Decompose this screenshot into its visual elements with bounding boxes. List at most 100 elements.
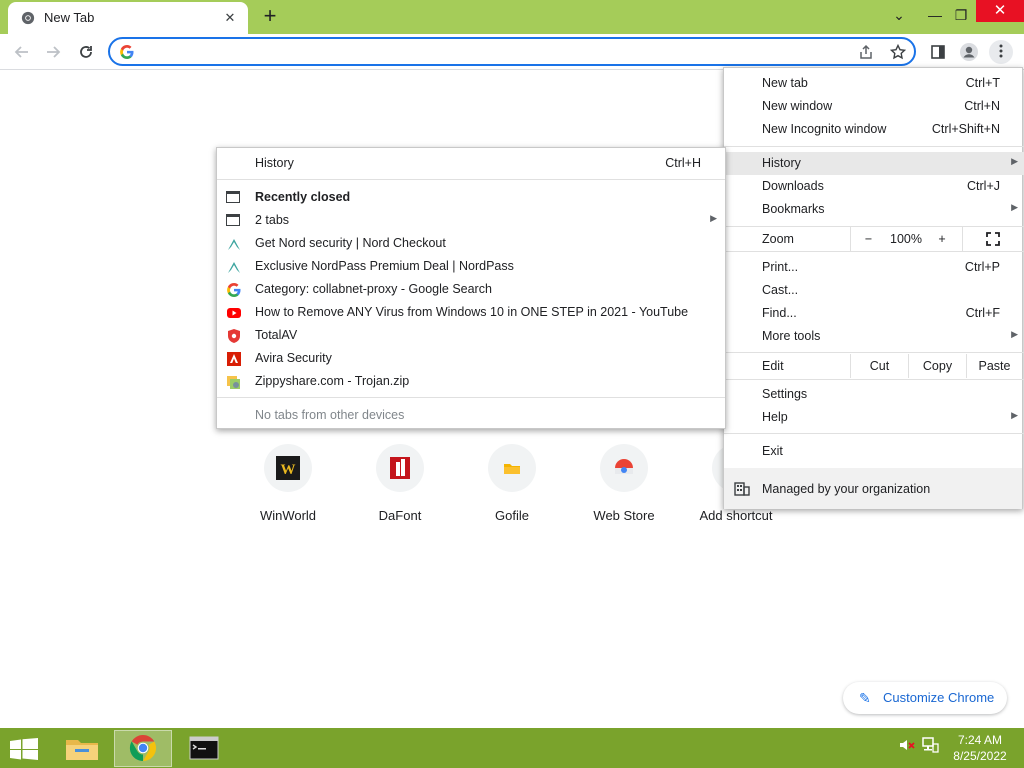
menu-item-settings[interactable]: Settings [724, 383, 1024, 406]
close-window-button[interactable]: ✕ [976, 0, 1024, 22]
nord-icon [228, 262, 240, 273]
gofile-icon [488, 444, 536, 492]
address-input[interactable] [142, 43, 842, 61]
menu-item-cast[interactable]: Cast... [724, 279, 1024, 302]
menu-item-print[interactable]: Print... Ctrl+P [724, 256, 1024, 279]
taskbar-clock[interactable]: 7:24 AM 8/25/2022 [944, 732, 1016, 764]
totalav-icon [228, 329, 240, 343]
edit-row: Edit Cut Copy Paste [724, 354, 1024, 378]
menu-divider [724, 251, 1024, 252]
restore-button[interactable]: ❐ [944, 0, 978, 34]
close-tab-icon[interactable]: ✕ [220, 8, 240, 28]
recent-item[interactable]: Exclusive NordPass Premium Deal | NordPa… [217, 255, 725, 278]
side-panel-button[interactable] [926, 40, 950, 64]
side-panel-icon [931, 45, 945, 59]
toolbar [0, 34, 1024, 70]
menu-item-find[interactable]: Find... Ctrl+F [724, 302, 1024, 325]
menu-item-bookmarks[interactable]: Bookmarks ▶ [724, 198, 1024, 221]
menu-item-exit[interactable]: Exit [724, 440, 1024, 463]
winworld-icon: W [264, 444, 312, 492]
google-icon [227, 283, 241, 297]
menu-item-more-tools[interactable]: More tools ▶ [724, 325, 1024, 348]
new-tab-button[interactable]: + [258, 4, 282, 28]
submenu-arrow-icon: ▶ [710, 213, 717, 223]
submenu-arrow-icon: ▶ [1011, 156, 1018, 166]
recent-item[interactable]: Category: collabnet-proxy - Google Searc… [217, 278, 725, 301]
youtube-icon [227, 308, 241, 318]
chrome-taskbar-button[interactable] [114, 730, 172, 767]
menu-item-new-incognito[interactable]: New Incognito window Ctrl+Shift+N [724, 118, 1024, 141]
chrome-menu-button[interactable] [989, 40, 1013, 64]
paste-button[interactable]: Paste [966, 354, 1022, 378]
shortcut-label: Add shortcut [699, 508, 773, 523]
svg-text:W: W [281, 462, 296, 478]
recently-closed-heading: Recently closed [217, 186, 725, 209]
chrome-icon [129, 734, 157, 762]
shortcut-winworld[interactable]: W WinWorld [232, 440, 344, 530]
zoom-in-button[interactable]: + [926, 227, 958, 251]
speaker-muted-icon[interactable] [898, 736, 916, 754]
clock-date: 8/25/2022 [953, 749, 1007, 763]
command-prompt-taskbar-button[interactable] [176, 730, 234, 767]
share-icon[interactable] [856, 42, 876, 62]
recent-item[interactable]: TotalAV [217, 324, 725, 347]
terminal-icon [189, 736, 219, 760]
tab-search-button[interactable]: ⌄ [884, 0, 914, 34]
shortcut-web-store[interactable]: Web Store [568, 440, 680, 530]
fullscreen-icon [985, 232, 1000, 246]
submenu-item-history[interactable]: History Ctrl+H [217, 152, 725, 175]
menu-divider [724, 146, 1024, 147]
menu-item-help[interactable]: Help ▶ [724, 406, 1024, 429]
avira-icon [227, 352, 241, 366]
nord-icon [228, 239, 240, 250]
shortcut-gofile[interactable]: Gofile [456, 440, 568, 530]
dafont-icon [376, 444, 424, 492]
managed-by-organization[interactable]: Managed by your organization [724, 468, 1022, 509]
file-explorer-taskbar-button[interactable] [54, 730, 112, 767]
shortcut-label: WinWorld [259, 508, 317, 523]
profile-icon [960, 43, 978, 61]
arrow-left-icon [14, 46, 28, 58]
copy-button[interactable]: Copy [908, 354, 966, 378]
reload-button[interactable] [74, 40, 98, 64]
profile-button[interactable] [957, 40, 981, 64]
customize-chrome-button[interactable]: ✎ Customize Chrome [843, 682, 1007, 714]
network-icon[interactable] [921, 736, 939, 754]
tab-title: New Tab [44, 10, 95, 25]
recent-item[interactable]: Avira Security [217, 347, 725, 370]
menu-divider [724, 379, 1024, 380]
bookmark-star-icon[interactable] [888, 42, 908, 62]
shortcut-label: DaFont [378, 508, 422, 523]
menu-item-new-tab[interactable]: New tab Ctrl+T [724, 72, 1024, 95]
zoom-out-button[interactable]: − [850, 227, 886, 251]
cut-button[interactable]: Cut [850, 354, 908, 378]
tab-new-tab[interactable]: New Tab ✕ [8, 2, 248, 34]
submenu-divider [217, 397, 725, 398]
folder-icon [66, 740, 98, 760]
recent-item[interactable]: Zippyshare.com - Trojan.zip [217, 370, 725, 393]
menu-item-history[interactable]: History ▶ [724, 152, 1024, 175]
windows-start-icon[interactable] [10, 738, 38, 760]
fullscreen-button[interactable] [962, 227, 1022, 251]
window-icon [226, 213, 242, 229]
recent-item[interactable]: Get Nord security | Nord Checkout [217, 232, 725, 255]
submenu-divider [217, 179, 725, 180]
omnibox[interactable] [108, 37, 916, 66]
customize-label: Customize Chrome [883, 690, 995, 705]
forward-button[interactable] [41, 40, 65, 64]
back-button[interactable] [10, 40, 34, 64]
kebab-menu-icon [999, 44, 1003, 58]
menu-item-new-window[interactable]: New window Ctrl+N [724, 95, 1024, 118]
recent-item-2-tabs[interactable]: 2 tabs ▶ [217, 209, 725, 232]
arrow-right-icon [47, 46, 61, 58]
shortcut-label: Web Store [593, 508, 655, 523]
chrome-web-store-icon [600, 444, 648, 492]
menu-divider [724, 352, 1024, 353]
reload-icon [80, 46, 92, 58]
shortcut-dafont[interactable]: DaFont [344, 440, 456, 530]
tab-strip: New Tab ✕ + ⌄ — ❐ ✕ [0, 0, 1024, 34]
google-icon [120, 45, 134, 59]
building-icon [734, 482, 750, 496]
recent-item[interactable]: How to Remove ANY Virus from Windows 10 … [217, 301, 725, 324]
menu-item-downloads[interactable]: Downloads Ctrl+J [724, 175, 1024, 198]
